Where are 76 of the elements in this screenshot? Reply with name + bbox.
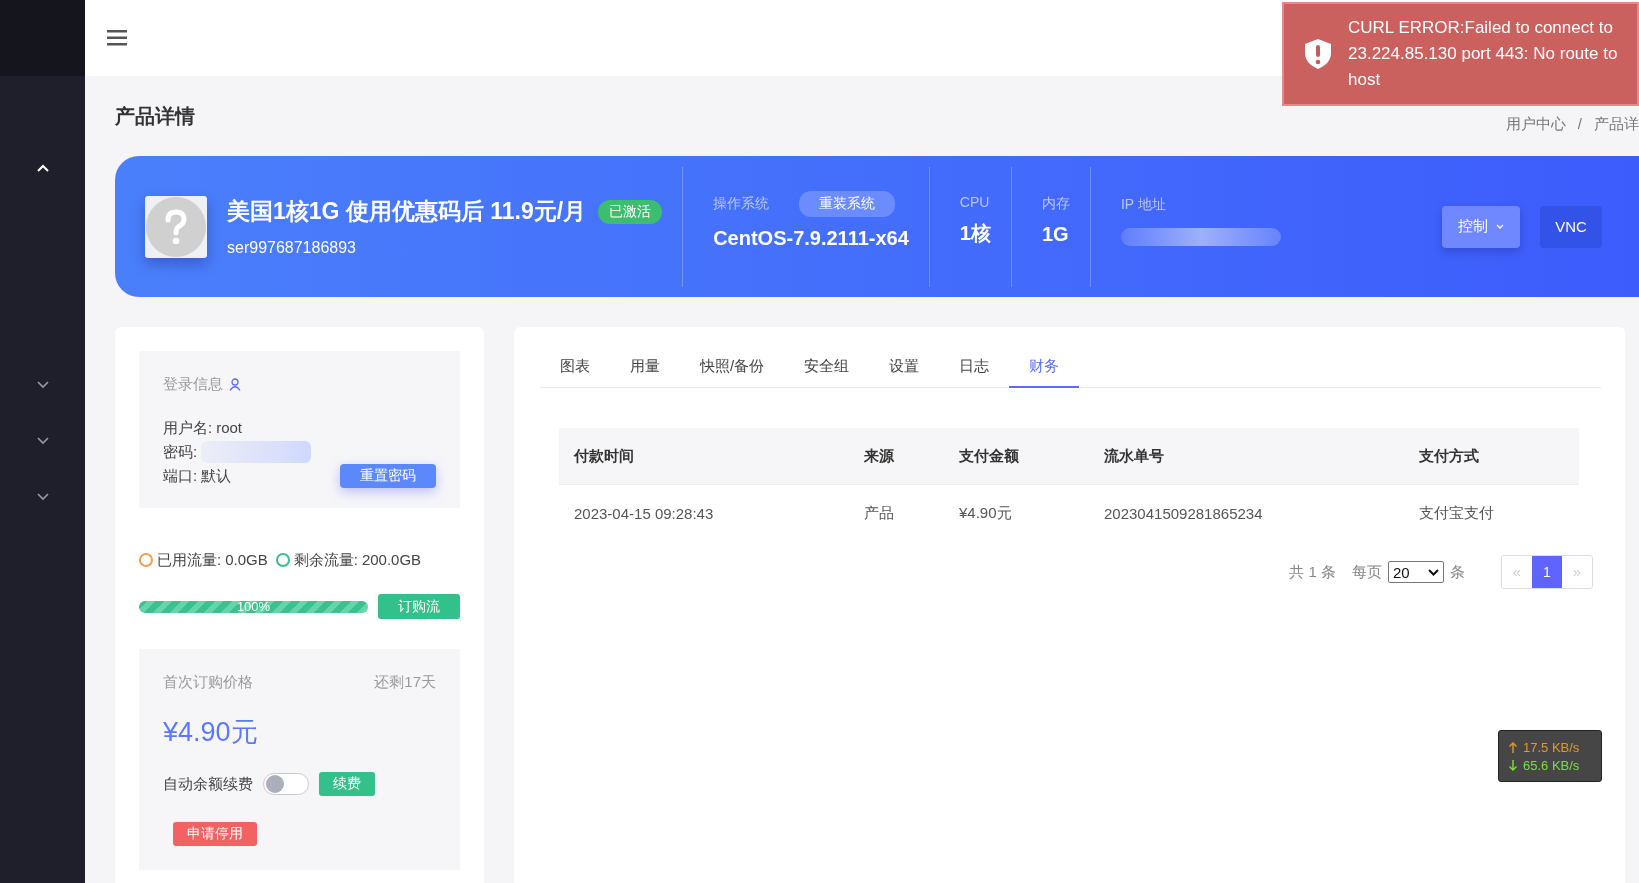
breadcrumb-link[interactable]: 用户中心 bbox=[1505, 114, 1566, 134]
page-title: 产品详情 bbox=[115, 103, 195, 129]
price: ¥4.90元 bbox=[163, 716, 259, 749]
traffic-value: 0.0GB bbox=[225, 550, 268, 570]
shield-alert-icon bbox=[1304, 38, 1332, 70]
progress-reading: 100% bbox=[235, 600, 272, 613]
section-title: 首次订购价格 bbox=[163, 673, 253, 692]
renew-button[interactable]: 续费 bbox=[319, 772, 375, 796]
control-button[interactable]: 控制 bbox=[1442, 205, 1520, 248]
tab[interactable]: 用量 bbox=[610, 347, 680, 388]
column-header: 付款时间 bbox=[559, 428, 849, 485]
chevron-down-icon[interactable] bbox=[36, 437, 49, 445]
breadcrumb-link[interactable]: 产品详 bbox=[1594, 114, 1639, 134]
section-title: 登录信息 bbox=[163, 375, 223, 394]
stat-label: 内存 bbox=[1041, 195, 1070, 213]
error-message: CURL ERROR:Failed to connect to 23.224.85.130 port 443: No route to host bbox=[1348, 17, 1619, 91]
per-page-unit: 条 bbox=[1450, 562, 1465, 582]
stat-label: IP 地址 bbox=[1120, 195, 1167, 214]
table-cell: ¥4.90元 bbox=[944, 484, 1089, 541]
arrow-down-icon bbox=[1509, 759, 1517, 771]
menu-icon[interactable] bbox=[107, 30, 127, 46]
field-label: 密码: bbox=[163, 442, 198, 462]
table-cell: 2023041509281865234 bbox=[1089, 484, 1404, 541]
breadcrumb-separator: / bbox=[1577, 114, 1582, 134]
table-cell: 产品 bbox=[849, 484, 944, 541]
product-name: 美国1核1G 使用优惠码后 11.9元/月 bbox=[227, 197, 587, 226]
table-cell: 2023-04-15 09:28:43 bbox=[559, 484, 849, 541]
chevron-up-icon[interactable] bbox=[36, 164, 49, 172]
tab[interactable]: 快照/备份 bbox=[680, 347, 785, 388]
tab[interactable]: 日志 bbox=[939, 347, 1010, 388]
auto-renew-label: 自动余额续费 bbox=[163, 774, 253, 794]
stat-label: CPU bbox=[959, 194, 991, 210]
user-icon bbox=[229, 378, 241, 391]
column-header: 支付金额 bbox=[944, 428, 1089, 485]
auto-renew-toggle[interactable] bbox=[263, 773, 309, 795]
table-cell: 支付宝支付 bbox=[1404, 484, 1579, 541]
per-page-select[interactable]: 20 bbox=[1388, 561, 1444, 583]
total-count: 共 1 条 bbox=[1289, 562, 1336, 582]
column-header: 来源 bbox=[849, 428, 944, 485]
page-button[interactable]: 1 bbox=[1532, 556, 1562, 588]
product-id: ser997687186893 bbox=[227, 239, 357, 257]
days-remaining: 还剩17天 bbox=[374, 673, 436, 692]
field-label: 端口: bbox=[163, 466, 198, 486]
chevron-down-icon[interactable] bbox=[36, 493, 49, 501]
field-label: 用户名: bbox=[163, 418, 213, 438]
traffic-label: 已用流量: bbox=[157, 550, 222, 570]
download-speed: 65.6 KB/s bbox=[1523, 757, 1580, 773]
arrow-up-icon bbox=[1509, 741, 1517, 753]
field-value: root bbox=[216, 418, 243, 438]
buy-traffic-button[interactable]: 订购流 bbox=[378, 594, 460, 619]
column-header: 支付方式 bbox=[1404, 428, 1579, 485]
traffic-value: 200.0GB bbox=[361, 550, 422, 570]
tab[interactable]: 财务 bbox=[1009, 347, 1080, 388]
upload-speed: 17.5 KB/s bbox=[1523, 739, 1580, 755]
per-page-label: 每页 bbox=[1352, 562, 1382, 582]
stat-value: CentOS-7.9.2111-x64 bbox=[713, 227, 909, 250]
status-tag: 已激活 bbox=[598, 199, 663, 224]
reinstall-button[interactable]: 重装系统 bbox=[799, 191, 896, 217]
product-image-icon bbox=[145, 195, 207, 258]
column-header: 流水单号 bbox=[1089, 428, 1404, 485]
stat-value: 1G bbox=[1041, 223, 1070, 246]
stat-label: 操作系统 bbox=[713, 195, 770, 213]
field-value: 默认 bbox=[201, 466, 232, 486]
reset-password-button[interactable]: 重置密码 bbox=[340, 464, 436, 488]
chevron-down-icon[interactable] bbox=[36, 381, 49, 389]
cancel-service-button[interactable]: 申请停用 bbox=[173, 822, 257, 846]
used-dot-icon bbox=[139, 553, 153, 567]
vnc-button[interactable]: VNC bbox=[1540, 205, 1602, 248]
traffic-label: 剩余流量: bbox=[293, 550, 358, 570]
tab[interactable]: 图表 bbox=[540, 347, 610, 388]
stat-value: 1核 bbox=[959, 221, 991, 246]
chevron-down-icon bbox=[1428, 568, 1439, 576]
tab[interactable]: 设置 bbox=[869, 347, 940, 388]
remaining-dot-icon bbox=[275, 553, 290, 567]
tab[interactable]: 安全组 bbox=[784, 347, 870, 388]
caret-icon bbox=[1496, 224, 1504, 229]
